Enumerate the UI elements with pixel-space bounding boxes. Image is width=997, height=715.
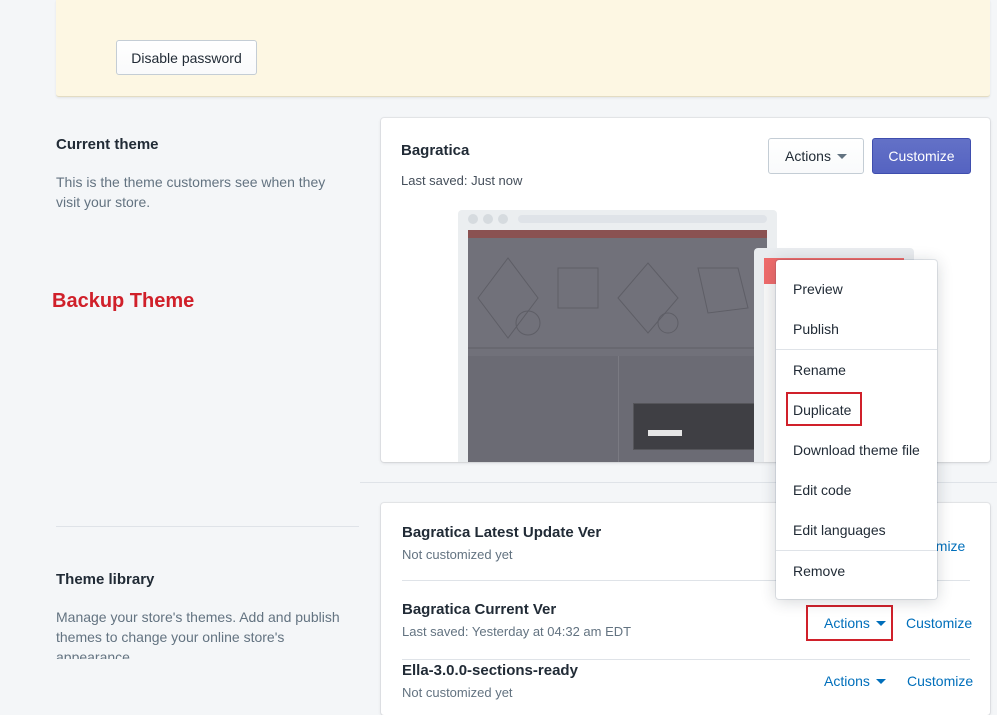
- menu-item-preview[interactable]: Preview: [793, 281, 843, 297]
- current-theme-name: Bagratica: [401, 142, 470, 159]
- actions-label: Actions: [824, 615, 870, 631]
- caret-down-icon: [875, 678, 886, 684]
- section-divider: [56, 526, 359, 527]
- menu-item-rename[interactable]: Rename: [793, 362, 846, 378]
- preview-topbar: [468, 230, 767, 238]
- menu-item-download-theme-file[interactable]: Download theme file: [793, 442, 920, 458]
- actions-label: Actions: [824, 673, 870, 689]
- menu-separator: [776, 349, 937, 350]
- current-theme-description: This is the theme customers see when the…: [56, 172, 325, 212]
- caret-down-icon: [875, 620, 886, 626]
- window-dot-icon: [483, 214, 493, 224]
- menu-item-edit-languages[interactable]: Edit languages: [793, 522, 886, 538]
- menu-separator: [776, 550, 937, 551]
- current-theme-customize-button[interactable]: Customize: [872, 138, 971, 174]
- url-bar: [518, 215, 767, 223]
- preview-hero-image: [468, 238, 767, 356]
- library-theme-customize-link[interactable]: Customize: [906, 615, 972, 631]
- menu-item-remove[interactable]: Remove: [793, 563, 845, 579]
- theme-library-description: Manage your store's themes. Add and publ…: [56, 607, 356, 659]
- library-theme-name: Bagratica Latest Update Ver: [402, 524, 602, 541]
- theme-library-description-line3: appearance.: [56, 649, 134, 659]
- theme-library-heading: Theme library: [56, 571, 155, 588]
- menu-item-duplicate[interactable]: Duplicate: [793, 402, 851, 418]
- theme-preview-desktop: [458, 210, 777, 462]
- menu-item-publish[interactable]: Publish: [793, 321, 839, 337]
- library-theme-actions-link[interactable]: Actions: [824, 615, 886, 631]
- sketch-pattern-icon: [468, 257, 767, 349]
- library-theme-actions-link[interactable]: Actions: [824, 673, 886, 689]
- window-dot-icon: [498, 214, 508, 224]
- current-theme-description-line1: This is the theme customers see when the…: [56, 174, 326, 190]
- actions-label: Actions: [785, 148, 831, 164]
- preview-accept-button: [648, 430, 682, 436]
- theme-library-description-line2: themes to change your online store's: [56, 629, 285, 645]
- disable-password-button[interactable]: Disable password: [116, 40, 257, 75]
- caret-down-icon: [836, 153, 847, 159]
- row-divider: [402, 659, 970, 660]
- actions-dropdown-menu: Preview Publish Rename Duplicate Downloa…: [776, 260, 937, 599]
- window-dot-icon: [468, 214, 478, 224]
- current-theme-description-line2: visit your store.: [56, 194, 151, 210]
- library-theme-name: Bagratica Current Ver: [402, 601, 557, 618]
- library-theme-status: Last saved: Yesterday at 04:32 am EDT: [402, 624, 632, 639]
- library-theme-name: Ella-3.0.0-sections-ready: [402, 662, 578, 679]
- menu-item-edit-code[interactable]: Edit code: [793, 482, 851, 498]
- current-theme-heading: Current theme: [56, 136, 159, 153]
- theme-library-description-line1: Manage your store's themes. Add and publ…: [56, 609, 340, 625]
- library-theme-status: Not customized yet: [402, 547, 513, 562]
- current-theme-actions-button[interactable]: Actions: [768, 138, 864, 174]
- library-theme-status: Not customized yet: [402, 685, 513, 700]
- preview-divider: [618, 356, 619, 462]
- current-theme-saved: Last saved: Just now: [401, 173, 523, 188]
- backup-theme-annotation: Backup Theme: [52, 290, 195, 312]
- library-theme-customize-link[interactable]: Customize: [907, 673, 973, 689]
- preview-cookie-banner: [633, 403, 755, 450]
- preview-screen: [468, 230, 767, 462]
